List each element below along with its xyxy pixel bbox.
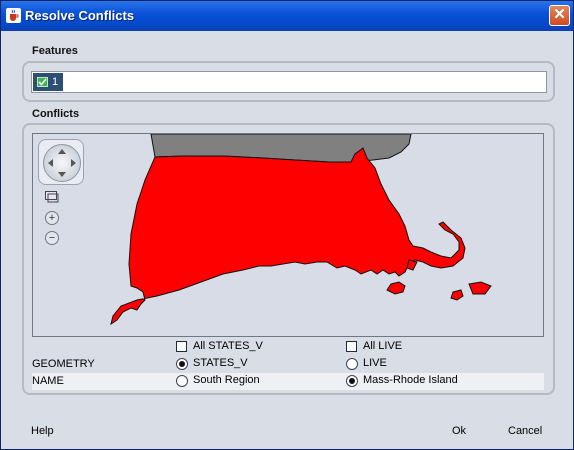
- features-list[interactable]: 1: [31, 71, 547, 93]
- conflict-map-view[interactable]: + −: [32, 133, 544, 337]
- radio-selected-icon[interactable]: [346, 375, 358, 387]
- feature-item-label: 1: [52, 76, 59, 88]
- conflicts-heading: Conflicts: [32, 108, 80, 120]
- window-title: Resolve Conflicts: [25, 8, 135, 23]
- conflict-geometry-shape: [110, 147, 466, 326]
- option-label: Mass-Rhode Island: [363, 374, 458, 386]
- zoom-box-icon[interactable]: [45, 191, 59, 203]
- pan-control-icon[interactable]: [38, 139, 84, 185]
- radio-icon[interactable]: [176, 375, 188, 387]
- close-icon: ✕: [553, 6, 566, 23]
- island-shape: [406, 259, 418, 271]
- map-navigation-controls: + −: [38, 139, 84, 247]
- java-cup-icon: [6, 8, 21, 23]
- island-shape: [468, 281, 492, 295]
- cancel-button[interactable]: Cancel: [508, 425, 542, 437]
- zoom-in-icon[interactable]: +: [45, 211, 59, 225]
- all-options-row: All STATES_V All LIVE: [32, 339, 544, 356]
- all-states-v-label: All STATES_V: [193, 340, 263, 352]
- ok-button[interactable]: Ok: [452, 425, 466, 437]
- close-button[interactable]: ✕: [549, 5, 570, 26]
- checkbox-icon[interactable]: [176, 341, 187, 352]
- title-bar[interactable]: Resolve Conflicts ✕: [1, 1, 573, 31]
- features-heading: Features: [32, 45, 78, 57]
- checkbox-checked-icon[interactable]: [37, 77, 48, 87]
- pan-arrows-icon: [48, 149, 76, 177]
- attribute-row: NAME South Region Mass-Rhode Island: [32, 373, 544, 390]
- checkbox-icon[interactable]: [346, 341, 357, 352]
- option-label: South Region: [193, 374, 260, 386]
- pan-control-knob[interactable]: [43, 144, 81, 182]
- all-live-label: All LIVE: [363, 340, 403, 352]
- resolve-conflicts-dialog: Resolve Conflicts ✕ Features 1 Conflicts: [0, 0, 574, 450]
- radio-selected-icon[interactable]: [176, 358, 188, 370]
- zoom-out-icon[interactable]: −: [45, 231, 59, 245]
- zoom-toolbar: + −: [42, 185, 62, 285]
- feature-item[interactable]: 1: [33, 73, 63, 91]
- option-label: STATES_V: [193, 357, 248, 369]
- attribute-row: GEOMETRY STATES_V LIVE: [32, 356, 544, 373]
- map-canvas[interactable]: [33, 134, 543, 336]
- radio-icon[interactable]: [346, 358, 358, 370]
- field-name: GEOMETRY: [32, 358, 95, 370]
- island-shape: [386, 281, 406, 295]
- help-button[interactable]: Help: [31, 425, 54, 437]
- island-shape: [450, 289, 464, 301]
- option-label: LIVE: [363, 357, 387, 369]
- field-name: NAME: [32, 375, 64, 387]
